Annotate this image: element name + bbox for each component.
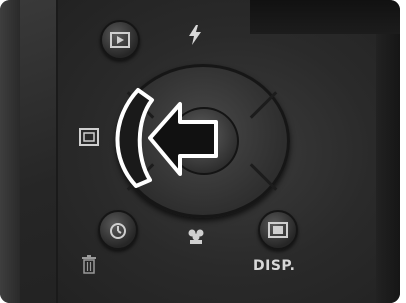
curved-bracket-icon xyxy=(115,88,154,188)
camera-back-photo: DISP. xyxy=(0,0,400,303)
left-arrow-icon xyxy=(148,102,218,176)
camera-photo-frame: DISP. xyxy=(0,0,406,303)
highlight-overlay xyxy=(115,88,218,188)
